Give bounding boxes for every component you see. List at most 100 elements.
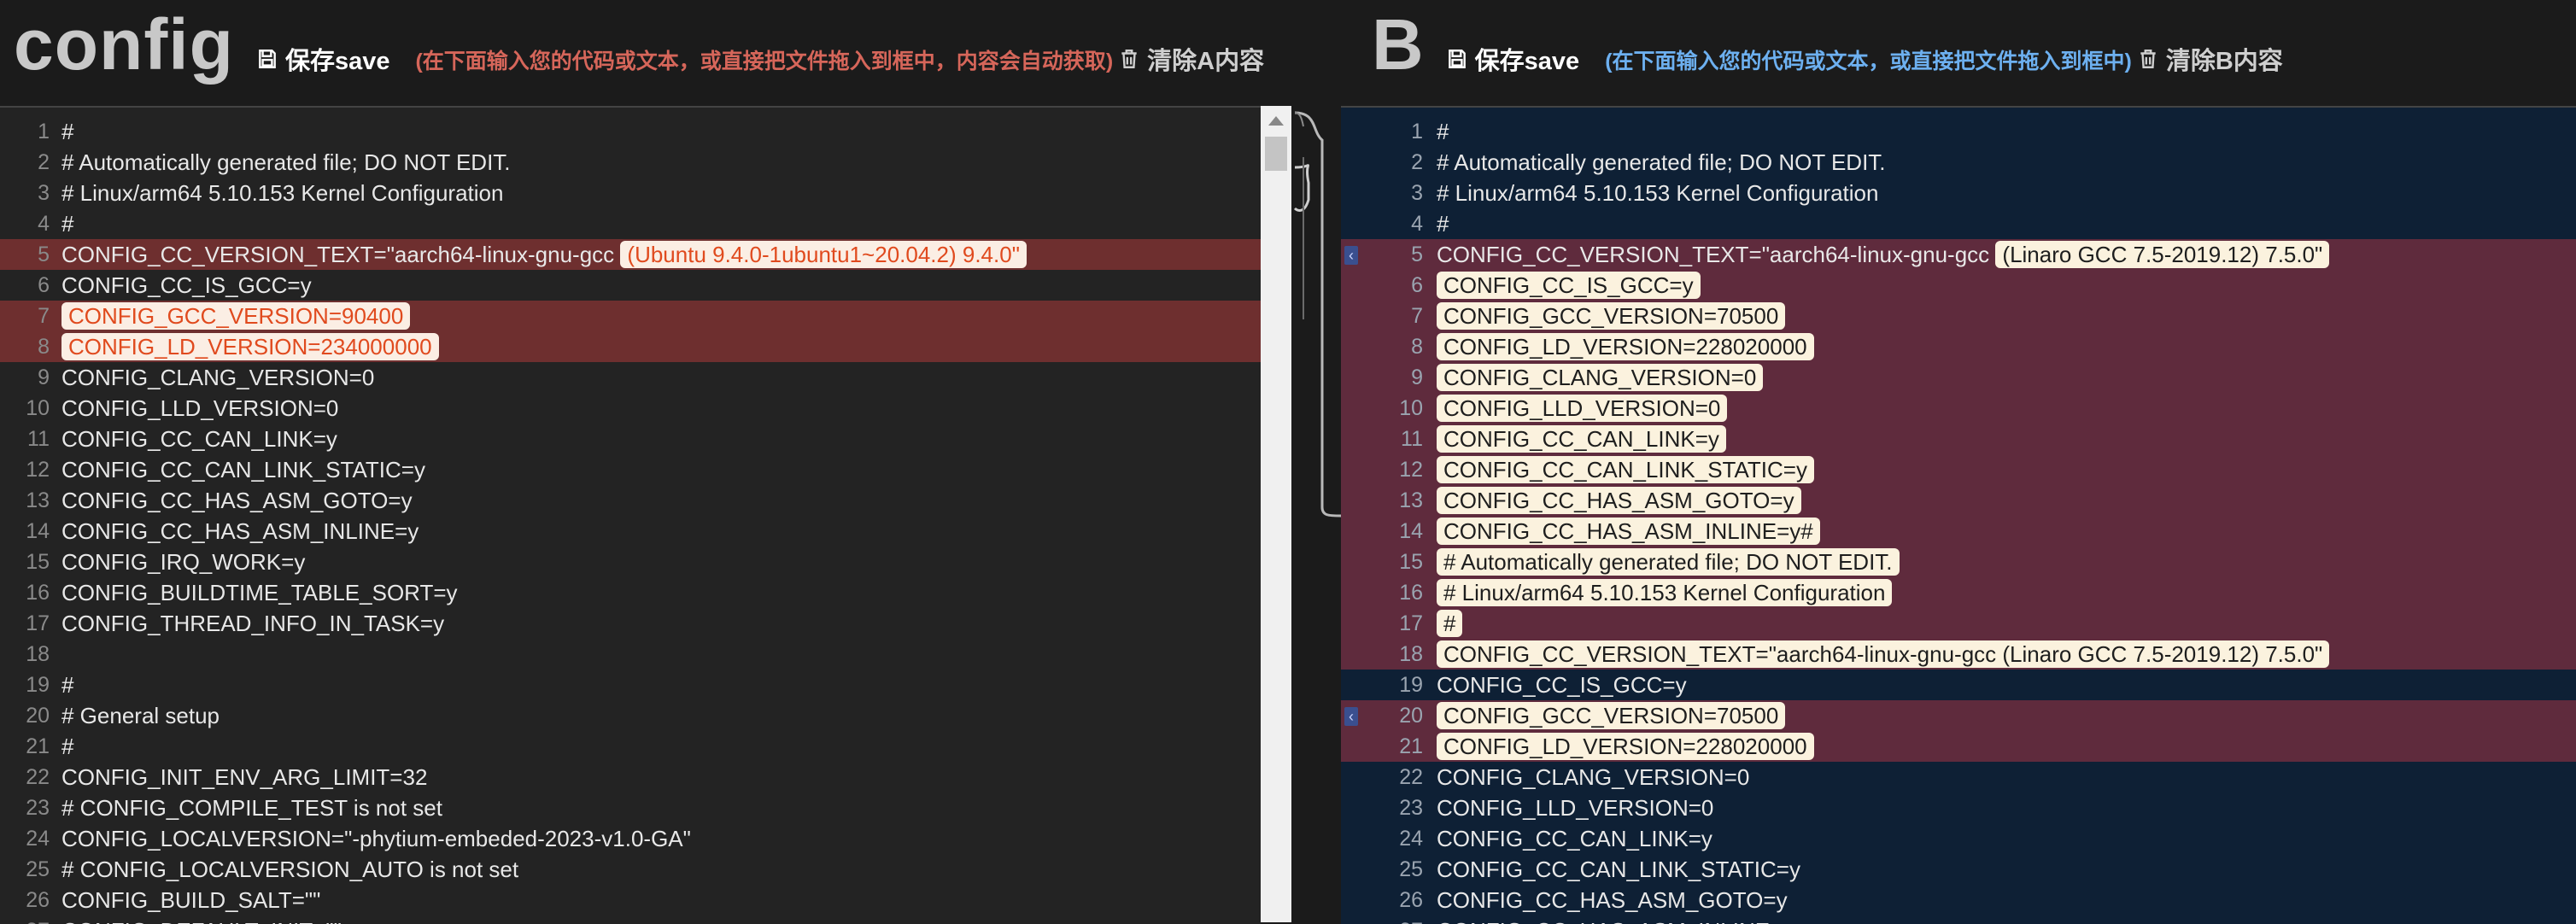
scroll-thumb[interactable]: [1265, 137, 1287, 171]
code-line[interactable]: 5 CONFIG_CC_VERSION_TEXT="aarch64-linux-g…: [0, 239, 1261, 270]
code-line[interactable]: 11 CONFIG_CC_CAN_LINK=y: [1341, 424, 2576, 454]
scroll-up-arrow-icon[interactable]: [1268, 116, 1284, 126]
code-line[interactable]: 17 #: [1341, 608, 2576, 639]
line-code: CONFIG_CC_CAN_LINK=y: [1437, 823, 1712, 854]
line-number: 23: [1399, 796, 1423, 820]
line-code: CONFIG_LLD_VERSION=0: [1437, 792, 1713, 823]
code-line[interactable]: 7 CONFIG_GCC_VERSION=90400: [0, 301, 1261, 331]
code-line[interactable]: 4 #: [1341, 208, 2576, 239]
code-line[interactable]: 14 CONFIG_CC_HAS_ASM_INLINE=y: [0, 516, 1261, 547]
line-code: # General setup: [61, 700, 220, 731]
editor-a-scrollbar[interactable]: [1261, 106, 1291, 922]
code-line[interactable]: 2 # Automatically generated file; DO NOT …: [0, 147, 1261, 178]
line-code: CONFIG_CC_IS_GCC=y: [61, 270, 312, 301]
code-line[interactable]: 8 CONFIG_LD_VERSION=228020000: [1341, 331, 2576, 362]
code-line[interactable]: ‹ 20 CONFIG_GCC_VERSION=70500: [1341, 700, 2576, 731]
line-text: CONFIG_LLD_VERSION=0: [61, 395, 339, 421]
code-line[interactable]: 19 CONFIG_CC_IS_GCC=y: [1341, 670, 2576, 700]
clear-a-button[interactable]: 清除A内容: [1118, 41, 1264, 80]
code-line[interactable]: 21 #: [0, 731, 1261, 762]
save-b-button[interactable]: 保存save: [1446, 41, 1580, 80]
save-a-label: 保存save: [284, 48, 390, 75]
code-line[interactable]: 10 CONFIG_LLD_VERSION=0: [0, 393, 1261, 424]
line-code: #: [1437, 608, 1463, 639]
line-code: #: [61, 116, 73, 147]
line-text: #: [61, 672, 74, 698]
panel-a-header: config 保存save (在下面输入您的代码或文本，或直接把文件拖入到框中，…: [0, 0, 1341, 106]
code-line[interactable]: 25 CONFIG_CC_CAN_LINK_STATIC=y: [1341, 854, 2576, 885]
code-line[interactable]: 21 CONFIG_LD_VERSION=228020000: [1341, 731, 2576, 762]
line-number: 8: [38, 335, 50, 359]
code-line[interactable]: ‹ 5 CONFIG_CC_VERSION_TEXT="aarch64-linux-…: [1341, 239, 2576, 270]
trash-icon: [2140, 50, 2156, 68]
diff-highlight: # Automatically generated file; DO NOT E…: [1437, 548, 1900, 576]
code-line[interactable]: 1 #: [0, 116, 1261, 147]
code-line[interactable]: 14 CONFIG_CC_HAS_ASM_INLINE=y#: [1341, 516, 2576, 547]
line-number: 27: [1341, 915, 1423, 924]
code-line[interactable]: 23 CONFIG_LLD_VERSION=0: [1341, 792, 2576, 823]
code-line[interactable]: 3 # Linux/arm64 5.10.153 Kernel Configura…: [0, 178, 1261, 208]
line-code: CONFIG_LLD_VERSION=0: [1437, 393, 1728, 424]
code-line[interactable]: 1 #: [1341, 116, 2576, 147]
code-line[interactable]: 22 CONFIG_INIT_ENV_ARG_LIMIT=32: [0, 762, 1261, 792]
code-line[interactable]: 27 CONFIG_CC_HAS_ASM_INLINE=y: [1341, 915, 2576, 924]
diff-highlight: CONFIG_GCC_VERSION=70500: [1437, 302, 1786, 330]
diff-highlight: (Ubuntu 9.4.0-1ubuntu1~20.04.2) 9.4.0": [620, 241, 1027, 268]
code-line[interactable]: 12 CONFIG_CC_CAN_LINK_STATIC=y: [1341, 454, 2576, 485]
code-line[interactable]: 20 # General setup: [0, 700, 1261, 731]
line-code: CONFIG_CC_CAN_LINK=y: [1437, 424, 1726, 454]
line-number: 16: [26, 581, 50, 605]
code-line[interactable]: 6 CONFIG_CC_IS_GCC=y: [1341, 270, 2576, 301]
code-line[interactable]: 24 CONFIG_LOCALVERSION="-phytium-embeded-…: [0, 823, 1261, 854]
code-line[interactable]: 7 CONFIG_GCC_VERSION=70500: [1341, 301, 2576, 331]
line-code: #: [1437, 116, 1449, 147]
line-number: 14: [1399, 519, 1423, 543]
code-line[interactable]: 9 CONFIG_CLANG_VERSION=0: [0, 362, 1261, 393]
code-line[interactable]: 18: [0, 639, 1261, 670]
code-line[interactable]: 2 # Automatically generated file; DO NOT …: [1341, 147, 2576, 178]
diff-connector: [1291, 106, 1341, 922]
line-number: 24: [1399, 827, 1423, 851]
code-line[interactable]: 16 # Linux/arm64 5.10.153 Kernel Configur…: [1341, 577, 2576, 608]
code-line[interactable]: 12 CONFIG_CC_CAN_LINK_STATIC=y: [0, 454, 1261, 485]
code-line[interactable]: 15 # Automatically generated file; DO NOT…: [1341, 547, 2576, 577]
code-line[interactable]: 17 CONFIG_THREAD_INFO_IN_TASK=y: [0, 608, 1261, 639]
code-line[interactable]: 23 # CONFIG_COMPILE_TEST is not set: [0, 792, 1261, 823]
code-line[interactable]: 13 CONFIG_CC_HAS_ASM_GOTO=y: [0, 485, 1261, 516]
line-code: CONFIG_BUILDTIME_TABLE_SORT=y: [61, 577, 458, 608]
line-code: CONFIG_BUILD_SALT="": [61, 885, 320, 915]
code-line[interactable]: 24 CONFIG_CC_CAN_LINK=y: [1341, 823, 2576, 854]
line-text: #: [61, 211, 74, 237]
save-a-button[interactable]: 保存save: [256, 41, 390, 80]
line-number: 12: [26, 458, 50, 482]
code-line[interactable]: 25 # CONFIG_LOCALVERSION_AUTO is not set: [0, 854, 1261, 885]
code-line[interactable]: 26 CONFIG_BUILD_SALT="": [0, 885, 1261, 915]
line-code: #: [61, 208, 73, 239]
line-number: 5: [1411, 243, 1423, 266]
code-line[interactable]: 4 #: [0, 208, 1261, 239]
code-line[interactable]: 9 CONFIG_CLANG_VERSION=0: [1341, 362, 2576, 393]
code-line[interactable]: 26 CONFIG_CC_HAS_ASM_GOTO=y: [1341, 885, 2576, 915]
editor-a[interactable]: 1 #2 # Automatically generated file; DO NO…: [0, 106, 1261, 924]
code-line[interactable]: 6 CONFIG_CC_IS_GCC=y: [0, 270, 1261, 301]
code-line[interactable]: 13 CONFIG_CC_HAS_ASM_GOTO=y: [1341, 485, 2576, 516]
editor-a-lines: 1 #2 # Automatically generated file; DO NO…: [0, 108, 1261, 924]
code-line[interactable]: 11 CONFIG_CC_CAN_LINK=y: [0, 424, 1261, 454]
line-text: CONFIG_CC_HAS_ASM_GOTO=y: [1437, 887, 1788, 913]
editor-b[interactable]: 1 #2 # Automatically generated file; DO NO…: [1341, 106, 2576, 924]
diff-highlight: CONFIG_CC_CAN_LINK=y: [1437, 425, 1726, 453]
code-line[interactable]: 8 CONFIG_LD_VERSION=234000000: [0, 331, 1261, 362]
code-line[interactable]: 18 CONFIG_CC_VERSION_TEXT="aarch64-linux-…: [1341, 639, 2576, 670]
code-line[interactable]: 10 CONFIG_LLD_VERSION=0: [1341, 393, 2576, 424]
clear-b-button[interactable]: 清除B内容: [2137, 41, 2283, 80]
code-line[interactable]: 3 # Linux/arm64 5.10.153 Kernel Configura…: [1341, 178, 2576, 208]
code-line[interactable]: 27 CONFIG_DEFAULT_INIT="": [0, 915, 1261, 924]
code-line[interactable]: 16 CONFIG_BUILDTIME_TABLE_SORT=y: [0, 577, 1261, 608]
code-line[interactable]: 22 CONFIG_CLANG_VERSION=0: [1341, 762, 2576, 792]
code-line[interactable]: 19 #: [0, 670, 1261, 700]
line-text: # Automatically generated file; DO NOT E…: [1437, 149, 1886, 175]
save-b-label: 保存save: [1474, 48, 1580, 75]
panel-a-hint: (在下面输入您的代码或文本，或直接把文件拖入到框中，内容会自动获取): [415, 50, 1114, 73]
diff-highlight: CONFIG_CC_VERSION_TEXT="aarch64-linux-gn…: [1437, 640, 2330, 668]
code-line[interactable]: 15 CONFIG_IRQ_WORK=y: [0, 547, 1261, 577]
